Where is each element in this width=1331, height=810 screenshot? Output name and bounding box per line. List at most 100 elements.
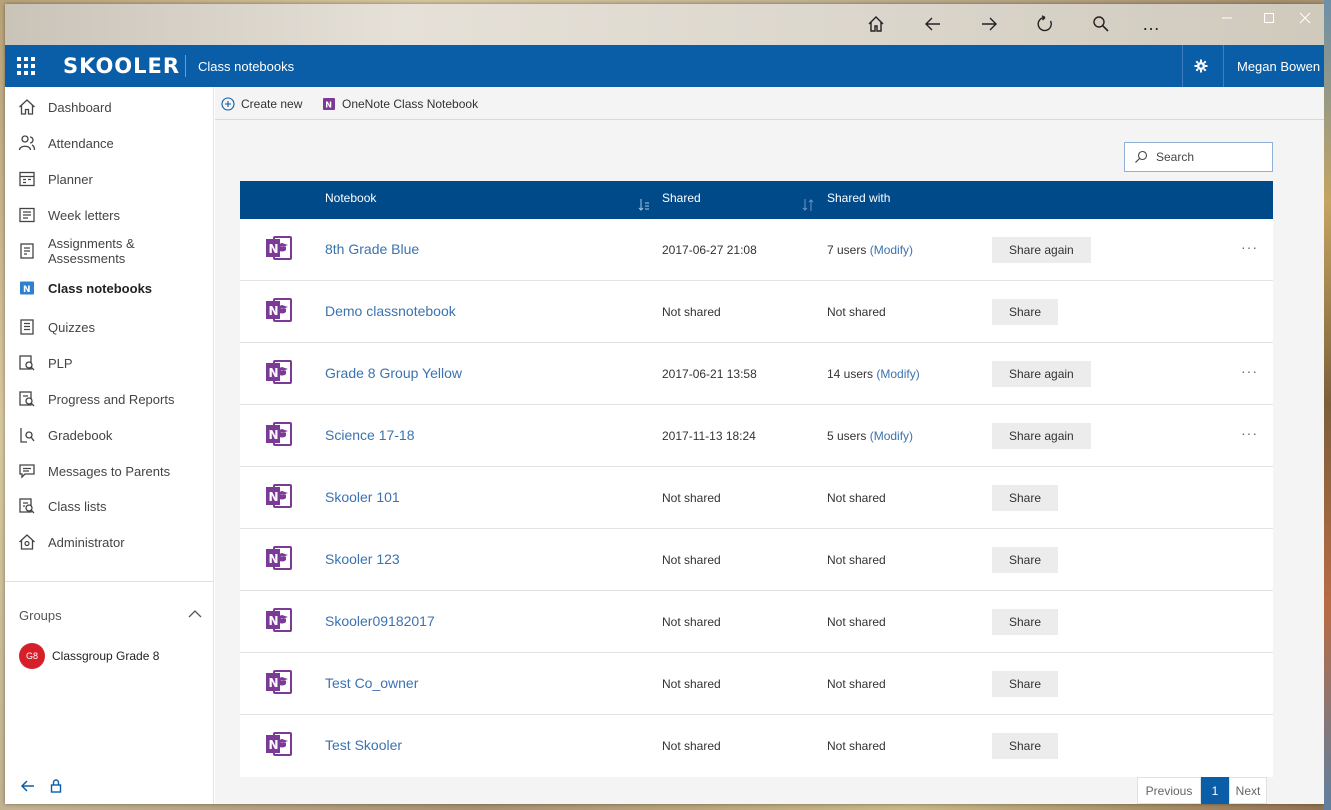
more-options-icon[interactable]: ··· (1241, 239, 1258, 255)
shared-with-count: Not shared (827, 739, 886, 753)
sidebar-item-label: Planner (48, 171, 93, 187)
sidebar-item-class-notebooks[interactable]: N Class notebooks (5, 273, 214, 303)
search-box[interactable] (1124, 142, 1273, 172)
notebook-name-link[interactable]: Demo classnotebook (325, 303, 456, 319)
shared-date: 2017-06-27 21:08 (662, 243, 757, 257)
share-button[interactable]: Share (992, 671, 1059, 697)
lock-icon[interactable] (47, 777, 65, 795)
share-button[interactable]: Share (992, 299, 1059, 325)
notebook-name-link[interactable]: Skooler 123 (325, 551, 400, 567)
shared-date: 2017-11-13 18:24 (662, 429, 756, 443)
admin-icon (19, 534, 35, 550)
shared-with-count: Not shared (827, 491, 886, 505)
forward-icon[interactable] (969, 8, 1009, 40)
notebook-name-link[interactable]: Grade 8 Group Yellow (325, 365, 462, 381)
column-header-shared-with[interactable]: Shared with (827, 191, 890, 205)
onenote-icon: N (20, 281, 34, 295)
brand-logo[interactable]: SKOOLER (63, 54, 180, 78)
shared-with: Not shared (827, 491, 886, 505)
avatar: G8 (19, 643, 45, 669)
share-again-button[interactable]: Share again (992, 423, 1091, 449)
sidebar-item-assignments[interactable]: Assignments & Assessments (5, 236, 214, 266)
notebook-table: Notebook Shared Shared with N 8th Grade … (240, 181, 1273, 777)
user-name[interactable]: Megan Bowen (1237, 59, 1320, 74)
notebook-name-link[interactable]: Skooler09182017 (325, 613, 435, 629)
sidebar-item-quizzes[interactable]: Quizzes (5, 312, 214, 342)
current-page-button[interactable]: 1 (1201, 777, 1229, 804)
onenote-notebook-icon: N (266, 546, 292, 570)
column-header-shared[interactable]: Shared (662, 191, 701, 205)
shared-date: Not shared (662, 739, 721, 753)
sidebar-item-dashboard[interactable]: Dashboard (5, 92, 214, 122)
close-icon[interactable] (1283, 4, 1324, 32)
refresh-icon[interactable] (1025, 8, 1065, 40)
create-new-button[interactable]: Create new (221, 96, 302, 112)
svg-text:N: N (269, 304, 279, 318)
svg-text:N: N (325, 101, 332, 110)
search-icon[interactable] (1081, 8, 1121, 40)
svg-text:N: N (269, 366, 279, 380)
back-arrow-icon[interactable] (19, 777, 37, 795)
shared-date: Not shared (662, 615, 721, 629)
onenote-notebook-icon: N (266, 360, 292, 384)
group-label: Classgroup Grade 8 (52, 649, 160, 663)
sidebar-item-label: Administrator (48, 534, 125, 550)
sidebar-item-label: Class notebooks (48, 280, 153, 296)
sidebar-item-plp[interactable]: PLP (5, 348, 214, 378)
sidebar-item-attendance[interactable]: Attendance (5, 128, 214, 158)
share-button[interactable]: Share (992, 547, 1059, 573)
onenote-icon: N (323, 98, 335, 110)
shared-with: Not shared (827, 553, 886, 567)
more-icon[interactable]: … (1131, 8, 1171, 40)
next-page-button[interactable]: Next (1229, 777, 1267, 804)
gear-icon[interactable] (1191, 57, 1211, 75)
minimize-icon[interactable] (1205, 4, 1249, 32)
sidebar-item-week-letters[interactable]: Week letters (5, 200, 214, 230)
share-button[interactable]: Share (992, 733, 1059, 759)
group-item[interactable]: G8 Classgroup Grade 8 (19, 643, 209, 669)
share-button[interactable]: Share (992, 485, 1059, 511)
shared-date: Not shared (662, 553, 721, 567)
column-header-notebook[interactable]: Notebook (325, 191, 376, 205)
notebook-name-link[interactable]: Skooler 101 (325, 489, 400, 505)
notebook-name-link[interactable]: 8th Grade Blue (325, 241, 419, 257)
notebook-name-link[interactable]: Test Skooler (325, 737, 402, 753)
app-launcher-icon[interactable] (17, 57, 35, 75)
report-icon (19, 391, 35, 407)
search-icon (1135, 150, 1148, 163)
sort-icon[interactable] (638, 198, 650, 212)
shared-date: Not shared (662, 491, 721, 505)
brand-divider (185, 55, 186, 77)
notebook-name-link[interactable]: Test Co_owner (325, 675, 418, 691)
sidebar-item-label: Week letters (48, 207, 121, 223)
table-row: N Test Skooler Not shared Not shared Sha… (240, 715, 1273, 777)
sidebar-item-label: Progress and Reports (48, 391, 175, 407)
onenote-class-notebook-button[interactable]: N OneNote Class Notebook (322, 96, 478, 112)
modify-link[interactable]: (Modify) (870, 429, 913, 443)
planner-icon (19, 171, 35, 187)
chevron-up-icon[interactable] (187, 606, 203, 622)
back-icon[interactable] (913, 8, 953, 40)
share-again-button[interactable]: Share again (992, 237, 1091, 263)
sort-icon[interactable] (802, 198, 814, 212)
table-row: N Skooler 101 Not shared Not shared Shar… (240, 467, 1273, 529)
modify-link[interactable]: (Modify) (870, 243, 913, 257)
share-again-button[interactable]: Share again (992, 361, 1091, 387)
table-row: N Demo classnotebook Not shared Not shar… (240, 281, 1273, 343)
home-icon[interactable] (856, 8, 896, 40)
more-options-icon[interactable]: ··· (1241, 363, 1258, 379)
sidebar-item-gradebook[interactable]: Gradebook (5, 420, 214, 450)
notebook-name-link[interactable]: Science 17-18 (325, 427, 415, 443)
sidebar-item-planner[interactable]: Planner (5, 164, 214, 194)
pagination: Previous 1 Next (1137, 777, 1267, 804)
more-options-icon[interactable]: ··· (1241, 425, 1258, 441)
previous-page-button[interactable]: Previous (1137, 777, 1201, 804)
share-button[interactable]: Share (992, 609, 1059, 635)
app-window: … SKOOLER Class notebooks Megan Bowen Da… (5, 4, 1324, 804)
sidebar-item-administrator[interactable]: Administrator (5, 527, 214, 557)
search-input[interactable] (1156, 147, 1266, 167)
modify-link[interactable]: (Modify) (876, 367, 919, 381)
sidebar-item-progress-reports[interactable]: Progress and Reports (5, 384, 214, 414)
sidebar-item-messages-parents[interactable]: Messages to Parents (5, 456, 214, 486)
sidebar-item-class-lists[interactable]: Class lists (5, 491, 214, 521)
